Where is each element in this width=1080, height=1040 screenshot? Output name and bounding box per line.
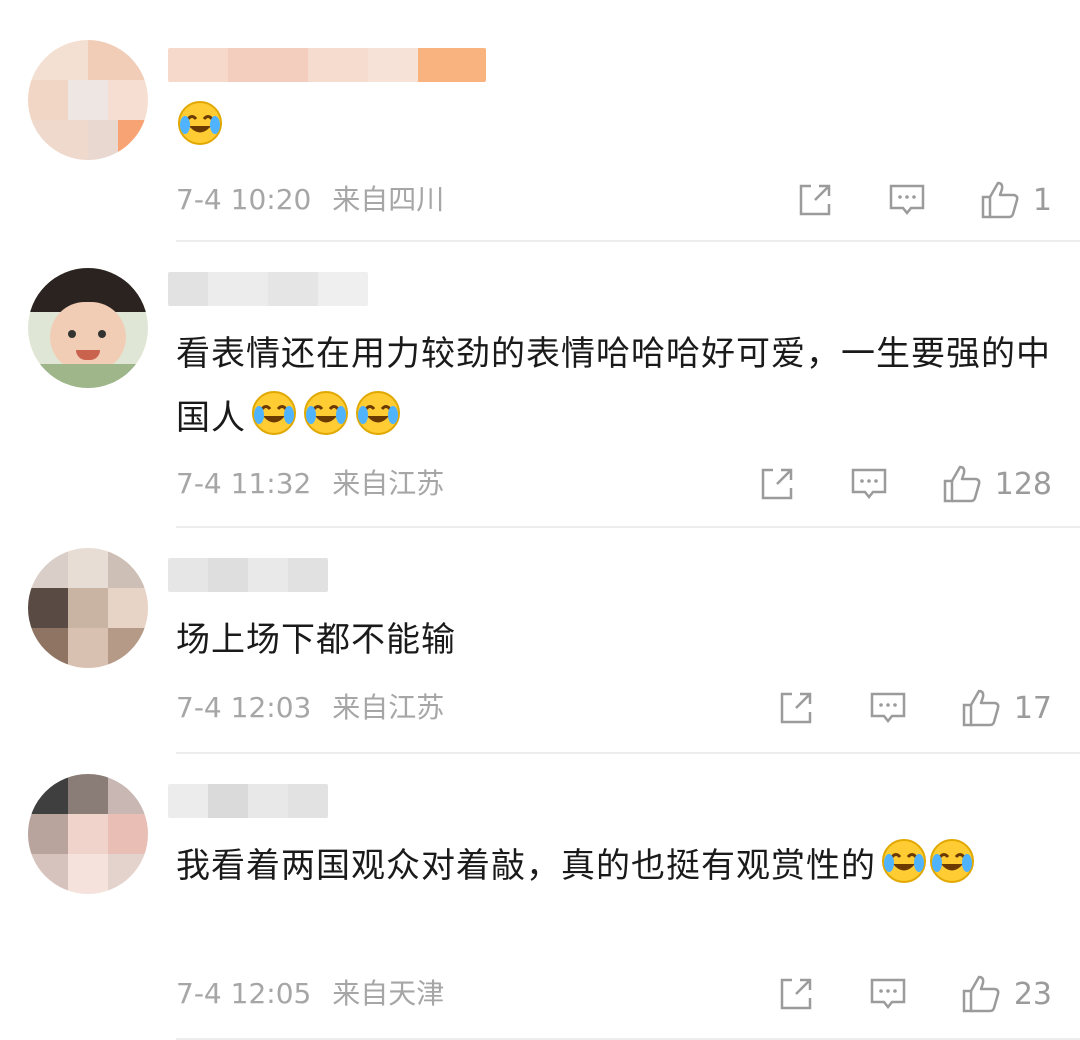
comment-text: 场上场下都不能输	[176, 608, 1056, 672]
share-icon	[780, 692, 812, 724]
comment-icon	[889, 184, 925, 216]
comment-location: 来自江苏	[332, 691, 445, 724]
laughing-crying-emoji-icon	[354, 389, 402, 437]
comment-item: 场上场下都不能输 7-4 12:03 来自江苏 17	[0, 528, 1080, 754]
share-icon	[761, 468, 792, 500]
comment-location: 来自天津	[332, 977, 445, 1010]
username[interactable]	[168, 558, 328, 592]
share-button[interactable]	[776, 974, 816, 1014]
share-button[interactable]	[776, 688, 816, 728]
like-button[interactable]: 1	[979, 179, 1052, 221]
comment-actions: 23	[776, 974, 1052, 1014]
username[interactable]	[168, 48, 486, 82]
reply-button[interactable]	[849, 464, 889, 504]
avatar[interactable]	[28, 774, 148, 894]
like-button[interactable]: 23	[960, 973, 1052, 1015]
comment-icon	[870, 692, 906, 724]
avatar[interactable]	[28, 548, 148, 668]
comment-meta: 7-4 11:32 来自江苏	[176, 466, 444, 502]
laughing-crying-emoji-icon	[250, 389, 298, 437]
comment-item: 看表情还在用力较劲的表情哈哈哈好可爱，一生要强的中国人 7-4 11:32 来自…	[0, 242, 1080, 528]
share-button[interactable]	[795, 180, 835, 220]
thumbs-up-icon	[962, 975, 1000, 1013]
share-icon	[799, 184, 831, 216]
reply-button[interactable]	[868, 688, 908, 728]
like-count: 1	[1032, 182, 1052, 218]
comment-actions: 17	[776, 688, 1052, 728]
comment-item: 7-4 10:20 来自四川 1	[0, 0, 1080, 242]
reply-button[interactable]	[887, 180, 927, 220]
thumbs-up-icon	[962, 689, 1000, 727]
share-icon	[780, 978, 812, 1010]
comment-time: 7-4 12:05	[176, 977, 312, 1010]
share-button[interactable]	[757, 464, 797, 504]
laughing-crying-emoji-icon	[176, 99, 224, 147]
comment-meta: 7-4 12:03 来自江苏	[176, 690, 444, 726]
avatar[interactable]	[28, 40, 148, 160]
like-button[interactable]: 128	[941, 463, 1052, 505]
comment-text-body: 我看着两国观众对着敲，真的也挺有观赏性的	[176, 846, 876, 886]
comment-item: 我看着两国观众对着敲，真的也挺有观赏性的 7-4 12:05 来自天津 23	[0, 754, 1080, 1040]
comment-list: 7-4 10:20 来自四川 1 看表情还在用力较劲的表情哈哈哈好可爱，一生要强…	[0, 0, 1080, 1040]
comment-meta: 7-4 10:20 来自四川	[176, 182, 444, 218]
like-button[interactable]: 17	[960, 687, 1052, 729]
thumbs-up-icon	[981, 181, 1019, 219]
comment-meta: 7-4 12:05 来自天津	[176, 976, 444, 1012]
like-count: 23	[1013, 976, 1052, 1012]
comment-text: 看表情还在用力较劲的表情哈哈哈好可爱，一生要强的中国人	[176, 322, 1056, 450]
comment-location: 来自四川	[332, 183, 445, 216]
username[interactable]	[168, 784, 328, 818]
laughing-crying-emoji-icon	[302, 389, 350, 437]
laughing-crying-emoji-icon	[928, 837, 976, 885]
comment-location: 来自江苏	[332, 467, 445, 500]
comment-time: 7-4 11:32	[176, 467, 312, 500]
comment-text-body: 场上场下都不能输	[176, 620, 456, 660]
comment-icon	[870, 978, 906, 1010]
avatar[interactable]	[28, 268, 148, 388]
username[interactable]	[168, 272, 368, 306]
comment-text: 我看着两国观众对着敲，真的也挺有观赏性的	[176, 834, 1056, 898]
like-count: 17	[1013, 690, 1052, 726]
comment-time: 7-4 10:20	[176, 183, 312, 216]
laughing-crying-emoji-icon	[880, 837, 928, 885]
comment-actions: 1	[795, 180, 1052, 220]
reply-button[interactable]	[868, 974, 908, 1014]
thumbs-up-icon	[943, 465, 981, 503]
comment-time: 7-4 12:03	[176, 691, 312, 724]
comment-text	[176, 96, 1056, 160]
like-count: 128	[994, 466, 1052, 502]
comment-actions: 128	[757, 464, 1052, 504]
comment-icon	[851, 468, 886, 500]
